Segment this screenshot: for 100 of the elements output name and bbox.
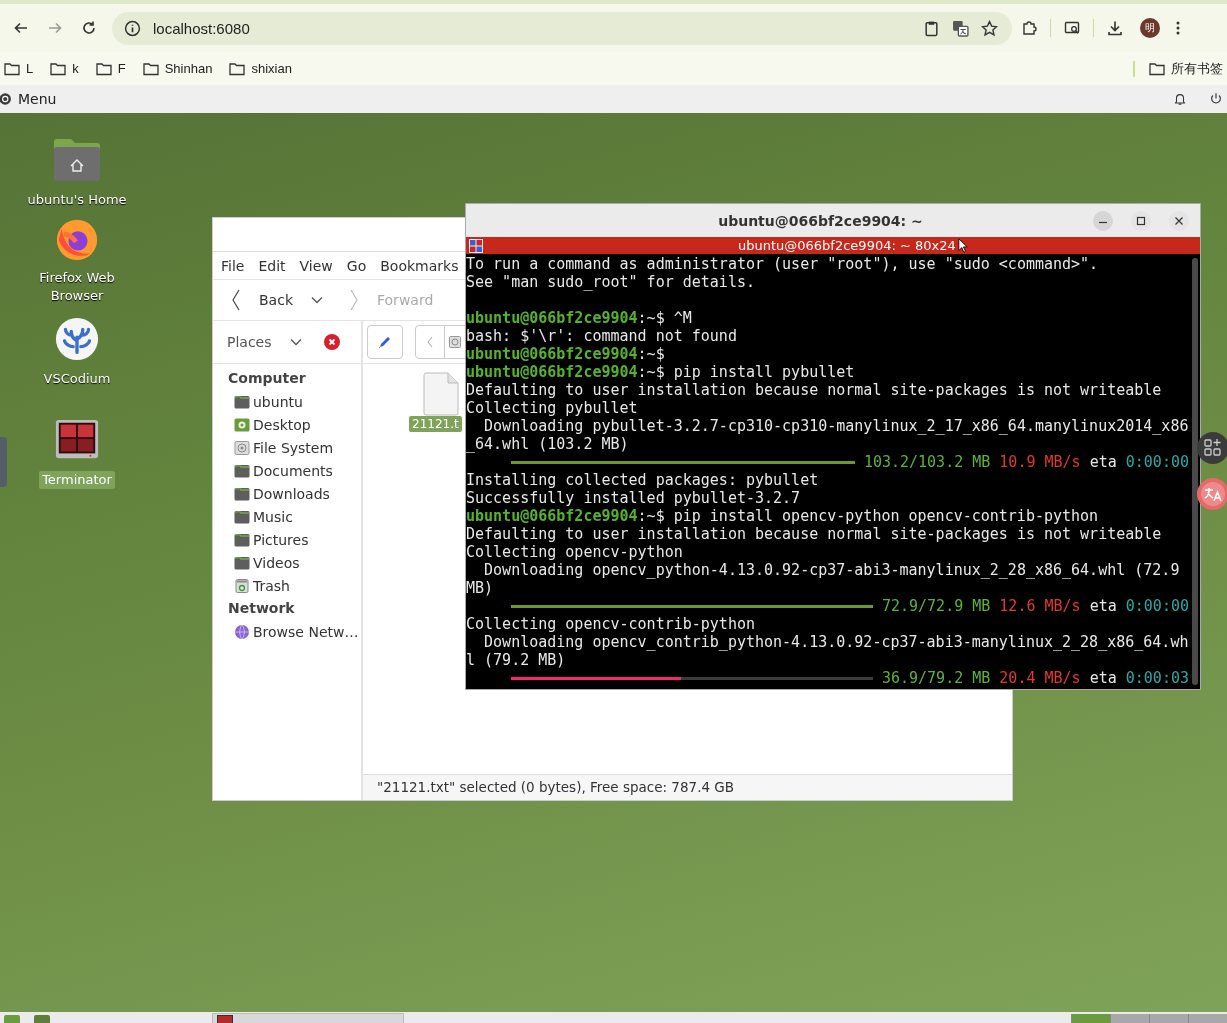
address-bar[interactable]: localhost:6080	[112, 11, 1012, 45]
menu-item[interactable]: View	[299, 257, 333, 274]
puzzle-icon[interactable]	[1021, 20, 1037, 36]
grid-icon[interactable]	[469, 238, 483, 253]
caret-icon[interactable]	[289, 338, 302, 346]
terminal-line: ubuntu@066bf2ce9904:~$ pip install opencv-python opencv-contrib-python	[466, 507, 1100, 525]
scrollbar-thumb[interactable]	[1191, 258, 1198, 685]
translate-icon[interactable]	[1197, 478, 1227, 510]
terminal-line: Defaulting to user installation because normal site-packages is not writeable	[466, 381, 1163, 399]
apps-icon[interactable]	[1197, 432, 1227, 464]
menu-button[interactable]: Menu	[0, 91, 57, 107]
pencil-icon	[377, 334, 393, 350]
sidebar-item[interactable]: Videos	[228, 551, 361, 574]
bookmark-folder[interactable]: L	[4, 61, 34, 76]
workspace-switcher[interactable]	[1188, 1014, 1227, 1023]
window-title: ubuntu@066bf2ce9904: ~	[717, 212, 924, 229]
terminal-line: Collecting opencv-python	[466, 543, 684, 561]
chevron-left-icon	[231, 288, 241, 312]
info-icon[interactable]	[124, 19, 141, 37]
mouse-pointer-icon	[958, 238, 968, 253]
folder-icon	[142, 61, 159, 76]
workspace-switcher[interactable]	[1110, 1014, 1149, 1023]
folder-icon	[50, 61, 67, 76]
workspace-switcher[interactable]	[1149, 1014, 1188, 1023]
sidebar-item[interactable]: Desktop	[228, 413, 361, 436]
sidebar-item[interactable]: Downloads	[228, 482, 361, 505]
star-icon[interactable]	[981, 19, 998, 37]
sidebar-item[interactable]: Pictures	[228, 528, 361, 551]
sidebar-item[interactable]: File System	[228, 436, 361, 459]
back-arrow-icon[interactable]	[13, 20, 29, 36]
workspace-switcher[interactable]	[1071, 1014, 1110, 1023]
folder-icon	[234, 486, 250, 501]
progress-stats: 72.9/72.9 MB 12.6 MB/s eta 0:00:00	[881, 597, 1189, 615]
side-panel-search-icon[interactable]	[1064, 20, 1080, 36]
bookmark-folder[interactable]: F	[95, 61, 126, 76]
menu-item[interactable]: Bookmarks	[380, 257, 459, 274]
folder-icon	[4, 61, 20, 76]
desktop-icon-label: Firefox Web Browser	[38, 269, 116, 305]
drive-icon	[234, 440, 250, 455]
terminal-line: Downloading opencv_contrib_python-4.13.0.92-cp37-abi3-manylinux_2_28_x86_64.wh	[483, 633, 1189, 651]
desktop-icon	[234, 417, 250, 432]
terminal-line: MB)	[466, 579, 495, 597]
profile-avatar[interactable]: 明	[1140, 18, 1160, 38]
clipboard-icon[interactable]	[923, 19, 940, 37]
terminal-line: Collecting pybullet	[466, 399, 639, 417]
menu-item[interactable]: Go	[346, 257, 367, 274]
home-folder-icon[interactable]	[53, 137, 101, 183]
coral-icon[interactable]	[53, 316, 101, 362]
terminal-line: Downloading opencv_python-4.13.0.92-cp37-abi3-manylinux_2_28_x86_64.whl (72.9	[483, 561, 1181, 579]
panel-handle[interactable]	[0, 437, 7, 487]
desktop-icon-label: VSCodium	[42, 370, 112, 388]
sidebar-item[interactable]: Trash	[228, 574, 361, 597]
close-icon[interactable]	[1169, 210, 1189, 231]
bookmark-folder[interactable]: k	[50, 61, 79, 76]
chevron-left-icon	[426, 336, 434, 348]
terminal-line: ubuntu@066bf2ce9904:~$ pip install pybullet	[466, 363, 856, 381]
sidebar-item[interactable]: Music	[228, 505, 361, 528]
caret-icon[interactable]	[311, 296, 323, 304]
terminal-line: ubuntu@066bf2ce9904:~$ ^M	[466, 309, 693, 327]
folder-icon	[234, 463, 250, 478]
terminal-line: Collecting opencv-contrib-python	[466, 615, 756, 633]
desktop-icon-label: Terminator	[39, 471, 115, 489]
reload-icon[interactable]	[81, 20, 97, 36]
chevron-right-icon	[349, 288, 359, 312]
progress-stats: 103.2/103.2 MB 10.9 MB/s eta 0:00:00	[863, 453, 1189, 471]
folder-icon	[1149, 61, 1165, 76]
folder-icon	[234, 555, 250, 570]
translate-icon[interactable]	[952, 19, 969, 37]
sidebar-heading: Network	[228, 599, 296, 618]
close-icon[interactable]	[323, 334, 340, 350]
terminal-line: bash: $'\r': command not found	[466, 327, 738, 345]
folder-icon	[229, 61, 246, 76]
terminal-line: Defaulting to user installation because normal site-packages is not writeable	[466, 525, 1163, 543]
terminal-line: To run a command as administrator (user "root"), use "sudo <command>".	[466, 255, 1100, 273]
back-button[interactable]: Back	[231, 288, 293, 312]
terminal-line: l (79.2 MB)	[466, 651, 567, 669]
download-icon[interactable]	[1107, 20, 1123, 36]
terminal-line: See "man sudo_root" for details.	[466, 273, 756, 291]
sidebar-item[interactable]: Documents	[228, 459, 361, 482]
terminal-line: Installing collected packages: pybullet	[466, 471, 820, 489]
sidebar-heading: Computer	[228, 369, 307, 388]
menu-item[interactable]: File	[221, 257, 245, 274]
bookmark-folder[interactable]: Shinhan	[142, 61, 213, 76]
bookmark-folder[interactable]: shixian	[229, 61, 292, 76]
terminal-line: ubuntu@066bf2ce9904:~$	[466, 345, 666, 363]
status-bar: "21121.txt" selected (0 bytes), Free space: 787.4 GB	[363, 774, 1012, 800]
terminal-line: Downloading pybullet-3.2.7-cp310-cp310-manylinux_2_17_x86_64.manylinux2014_x86	[483, 417, 1189, 435]
terminal-tab-title: ubuntu@066bf2ce9904: ~ 80x24	[738, 238, 956, 253]
bell-icon[interactable]	[1173, 92, 1187, 106]
sidebar-item[interactable]: Browse Netw…	[228, 620, 361, 643]
maximize-icon[interactable]	[1131, 210, 1151, 231]
power-icon[interactable]	[1209, 92, 1223, 106]
menu-logo-icon	[0, 91, 14, 107]
progress-stats: 36.9/79.2 MB 20.4 MB/s eta 0:00:03	[881, 669, 1189, 687]
menu-item[interactable]: Edit	[258, 257, 286, 274]
all-bookmarks-folder[interactable]: 所有书签	[1149, 59, 1223, 78]
places-dropdown[interactable]: Places	[227, 334, 272, 350]
sidebar-item[interactable]: ubuntu	[228, 390, 361, 413]
desktop-icon-label: ubuntu's Home	[26, 191, 128, 209]
taskbar-window-button[interactable]	[212, 1013, 404, 1023]
